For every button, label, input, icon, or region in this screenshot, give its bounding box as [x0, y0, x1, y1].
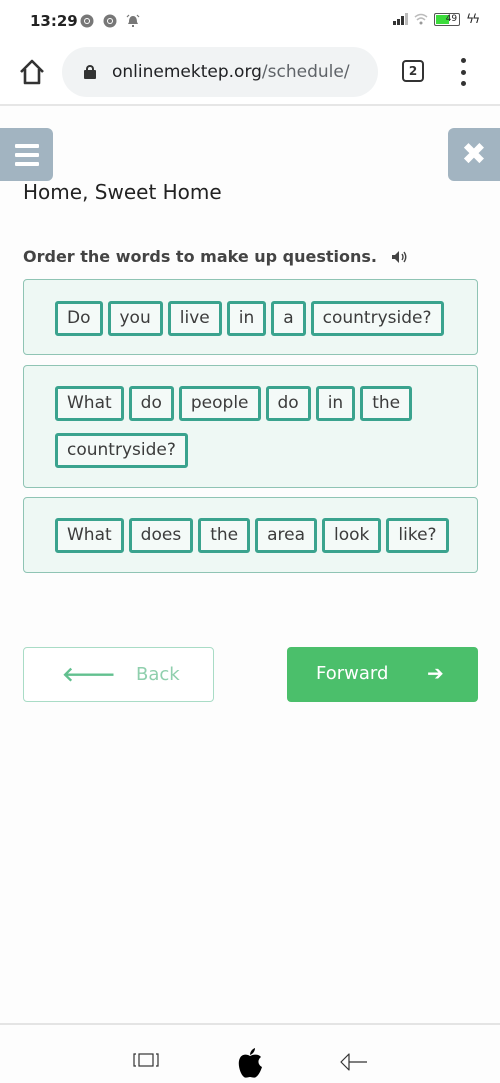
signal-icon: [393, 13, 409, 25]
url-host: onlinemektep.org: [112, 62, 262, 82]
hamburger-icon-bar: [14, 143, 39, 148]
more-options-icon[interactable]: [458, 58, 468, 86]
page-title: Home, Sweet Home: [23, 180, 222, 204]
word-tile[interactable]: in: [226, 301, 267, 336]
speaker-icon[interactable]: [391, 250, 409, 264]
word-row: Do you live in a countryside?: [55, 301, 449, 336]
forward-button[interactable]: Forward ➔: [287, 647, 478, 702]
word-tile[interactable]: Do: [55, 301, 103, 336]
word-tile[interactable]: What: [55, 518, 124, 553]
arrow-left-icon: 🡐: [62, 662, 116, 686]
word-tile[interactable]: area: [255, 518, 318, 553]
status-time: 13:29: [30, 12, 78, 30]
word-tile[interactable]: like?: [386, 518, 449, 553]
arrow-right-icon: ➔: [427, 661, 444, 685]
lock-icon: [84, 65, 96, 79]
word-tile[interactable]: countryside?: [55, 433, 188, 468]
word-tile[interactable]: live: [167, 301, 222, 336]
battery-indicator: 49: [434, 12, 461, 26]
browser-toolbar: onlinemektep.org/schedule/ 2: [0, 44, 500, 106]
home-icon[interactable]: [18, 58, 46, 86]
word-tile[interactable]: in: [315, 386, 356, 421]
bolt-icon: ϟϟ: [466, 12, 480, 26]
forward-label: Forward: [316, 663, 389, 684]
instruction-row: Order the words to make up questions.: [23, 247, 409, 266]
word-tile[interactable]: you: [107, 301, 163, 336]
back-button[interactable]: 🡐 Back: [23, 647, 214, 702]
word-tile[interactable]: What: [55, 386, 124, 421]
exercise-card-2: What do people do in the countryside?: [23, 365, 478, 488]
hamburger-icon-bar: [14, 161, 39, 166]
chrome-icon: [103, 14, 117, 28]
word-tile[interactable]: countryside?: [310, 301, 444, 336]
apple-home-icon[interactable]: [236, 1047, 264, 1079]
instruction-text: Order the words to make up questions.: [23, 247, 377, 266]
system-nav-bar: [0, 1023, 500, 1083]
word-tile[interactable]: a: [271, 301, 306, 336]
word-tile[interactable]: look: [322, 518, 382, 553]
word-row: What do people do in the countryside?: [55, 386, 449, 468]
exercise-card-3: What does the area look like?: [23, 497, 478, 573]
alarm-icon: [126, 14, 140, 27]
word-row: What does the area look like?: [55, 518, 449, 553]
exercise-card-1: Do you live in a countryside?: [23, 279, 478, 355]
word-tile[interactable]: do: [128, 386, 174, 421]
hamburger-icon-bar: [14, 152, 39, 157]
menu-button[interactable]: [0, 128, 53, 181]
word-tile[interactable]: the: [198, 518, 251, 553]
back-label: Back: [136, 664, 180, 685]
url-path: /schedule/: [261, 62, 350, 82]
word-tile[interactable]: do: [265, 386, 311, 421]
word-tile[interactable]: does: [128, 518, 194, 553]
close-button[interactable]: ✖: [448, 128, 500, 181]
status-bar: 13:29 49 ϟϟ: [0, 0, 500, 44]
back-nav-icon[interactable]: [340, 1053, 368, 1071]
wifi-icon: [414, 13, 428, 25]
close-icon: ✖: [461, 137, 487, 172]
url-bar[interactable]: onlinemektep.org/schedule/: [62, 47, 378, 97]
word-tile[interactable]: people: [178, 386, 261, 421]
recent-apps-icon[interactable]: [133, 1053, 159, 1067]
word-tile[interactable]: the: [360, 386, 413, 421]
status-right: 49 ϟϟ: [393, 12, 480, 26]
tab-switcher-button[interactable]: 2: [402, 60, 424, 82]
chrome-icon: [80, 14, 94, 28]
